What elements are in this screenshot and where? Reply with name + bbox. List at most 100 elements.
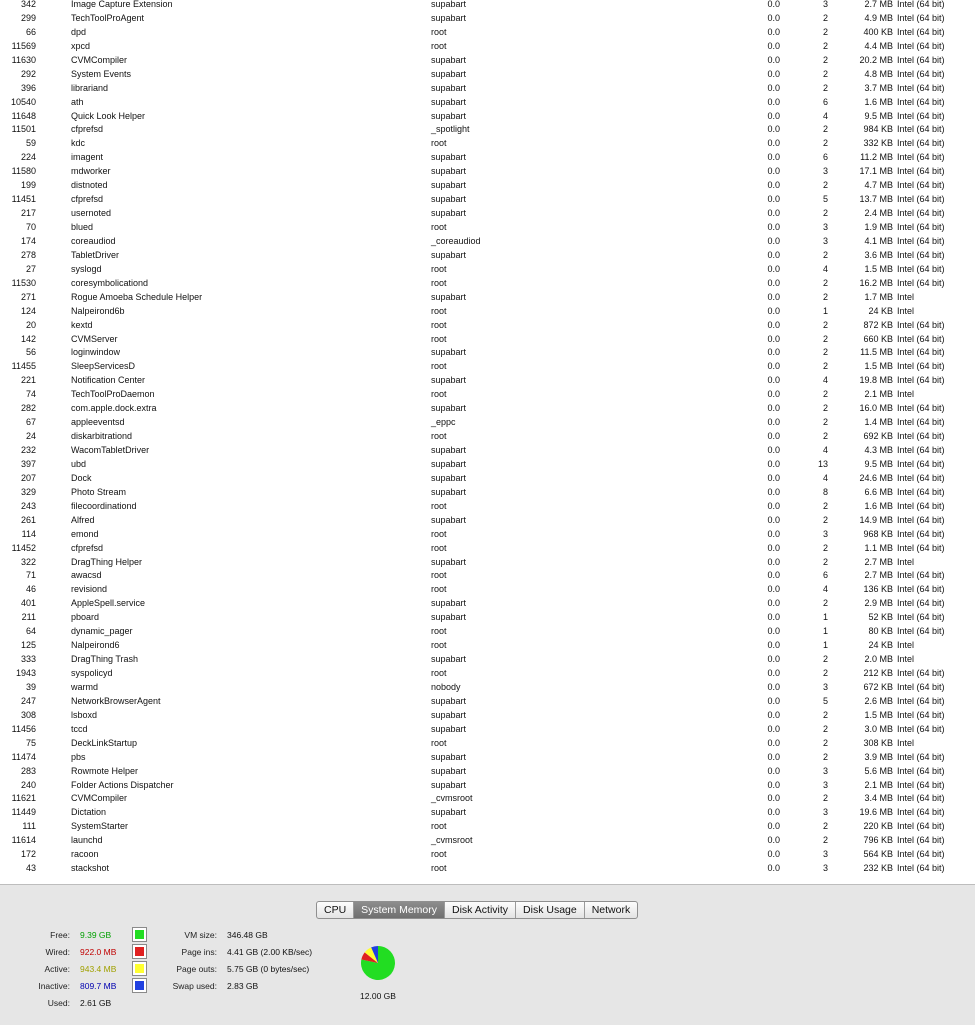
table-row[interactable]: 401 AppleSpell.service supabart 0.0 2 2.9 MB I…: [0, 597, 975, 611]
table-row[interactable]: 396 librariand supabart 0.0 2 3.7 MB Intel (64…: [0, 82, 975, 96]
table-row[interactable]: 11614 launchd _cvmsroot 0.0 2 796 KB Intel (64…: [0, 834, 975, 848]
cell-threads: 2: [822, 180, 828, 191]
table-row[interactable]: 217 usernoted supabart 0.0 2 2.4 MB Intel (64 …: [0, 207, 975, 221]
table-row[interactable]: 27 syslogd root 0.0 4 1.5 MB Intel (64 bit): [0, 263, 975, 277]
tab-network[interactable]: Network: [585, 902, 638, 918]
cell-pid: 125: [20, 640, 36, 651]
cell-kind: Intel (64 bit): [897, 68, 945, 79]
table-row[interactable]: 299 TechToolProAgent supabart 0.0 2 4.9 MB Int…: [0, 12, 975, 26]
table-row[interactable]: 261 Alfred supabart 0.0 2 14.9 MB Intel (64 bi…: [0, 514, 975, 528]
tab-cpu[interactable]: CPU: [317, 902, 355, 918]
cell-threads: 2: [822, 40, 828, 51]
table-row[interactable]: 11455 SleepServicesD root 0.0 2 1.5 MB Intel (…: [0, 360, 975, 374]
table-row[interactable]: 125 Nalpeirond6 root 0.0 1 24 KB Intel: [0, 639, 975, 653]
cell-kind: Intel (64 bit): [897, 166, 945, 177]
table-row[interactable]: 11630 CVMCompiler supabart 0.0 2 20.2 MB Intel…: [0, 54, 975, 68]
table-row[interactable]: 43 stackshot root 0.0 3 232 KB Intel (64 bit): [0, 862, 975, 876]
table-row[interactable]: 142 CVMServer root 0.0 2 660 KB Intel (64 bit): [0, 333, 975, 347]
table-row[interactable]: 211 pboard supabart 0.0 1 52 KB Intel (64 bit): [0, 611, 975, 625]
cell-cpu-percent: 0.0: [767, 821, 780, 832]
cell-process-name: emond: [71, 528, 99, 539]
cell-user: supabart: [431, 194, 467, 205]
table-row[interactable]: 75 DeckLinkStartup root 0.0 2 308 KB Intel: [0, 737, 975, 751]
table-row[interactable]: 1943 syspolicyd root 0.0 2 212 KB Intel (64 bi…: [0, 667, 975, 681]
cell-kind: Intel (64 bit): [897, 152, 945, 163]
cell-user: root: [431, 305, 447, 316]
table-row[interactable]: 308 lsboxd supabart 0.0 2 1.5 MB Intel (64 bit…: [0, 709, 975, 723]
table-row[interactable]: 271 Rogue Amoeba Schedule Helper supabart 0…: [0, 291, 975, 305]
cell-user: root: [431, 431, 447, 442]
table-row[interactable]: 11452 cfprefsd root 0.0 2 1.1 MB Intel (64 bit…: [0, 542, 975, 556]
cell-user: supabart: [431, 403, 467, 414]
cell-threads: 1: [822, 640, 828, 651]
table-row[interactable]: 59 kdc root 0.0 2 332 KB Intel (64 bit): [0, 137, 975, 151]
table-row[interactable]: 11621 CVMCompiler _cvmsroot 0.0 2 3.4 MB Intel…: [0, 792, 975, 806]
table-row[interactable]: 224 imagent supabart 0.0 6 11.2 MB Intel (64 b…: [0, 151, 975, 165]
cell-process-name: xpcd: [71, 40, 91, 51]
table-row[interactable]: 342 Image Capture Extension supabart 0.0 3 2.…: [0, 0, 975, 12]
table-row[interactable]: 232 WacomTabletDriver supabart 0.0 4 4.3 MB In…: [0, 444, 975, 458]
cell-real-memory: 3.0 MB: [864, 723, 893, 734]
table-row[interactable]: 11648 Quick Look Helper supabart 0.0 4 9.5 MB…: [0, 110, 975, 124]
used-label: Used:: [47, 998, 70, 1008]
cell-cpu-percent: 0.0: [767, 807, 780, 818]
table-row[interactable]: 221 Notification Center supabart 0.0 4 19.8 M…: [0, 374, 975, 388]
table-row[interactable]: 11451 cfprefsd supabart 0.0 5 13.7 MB Intel (6…: [0, 193, 975, 207]
tab-disk-usage[interactable]: Disk Usage: [516, 902, 585, 918]
table-row[interactable]: 11474 pbs supabart 0.0 2 3.9 MB Intel (64 bit): [0, 751, 975, 765]
table-row[interactable]: 11580 mdworker supabart 0.0 3 17.1 MB Intel (6…: [0, 165, 975, 179]
table-row[interactable]: 11449 Dictation supabart 0.0 3 19.6 MB Intel (…: [0, 806, 975, 820]
table-row[interactable]: 10540 ath supabart 0.0 6 1.6 MB Intel (64 bit): [0, 96, 975, 110]
table-row[interactable]: 11530 coresymbolicationd root 0.0 2 16.2 MB In…: [0, 277, 975, 291]
table-row[interactable]: 11569 xpcd root 0.0 2 4.4 MB Intel (64 bit): [0, 40, 975, 54]
table-row[interactable]: 20 kextd root 0.0 2 872 KB Intel (64 bit): [0, 319, 975, 333]
table-row[interactable]: 240 Folder Actions Dispatcher supabart 0.0 3…: [0, 779, 975, 793]
cell-kind: Intel (64 bit): [897, 249, 945, 260]
cell-threads: 1: [822, 626, 828, 637]
table-row[interactable]: 24 diskarbitrationd root 0.0 2 692 KB Intel (6…: [0, 430, 975, 444]
table-row[interactable]: 322 DragThing Helper supabart 0.0 2 2.7 MB Int…: [0, 556, 975, 570]
cell-user: root: [431, 863, 447, 874]
table-row[interactable]: 329 Photo Stream supabart 0.0 8 6.6 MB Intel (…: [0, 486, 975, 500]
tab-system-memory[interactable]: System Memory: [354, 902, 446, 918]
cell-threads: 3: [822, 0, 828, 9]
inactive-label: Inactive:: [38, 981, 70, 991]
table-row[interactable]: 11501 cfprefsd _spotlight 0.0 2 984 KB Intel (…: [0, 123, 975, 137]
tab-disk-activity[interactable]: Disk Activity: [445, 902, 517, 918]
process-table[interactable]: 342 Image Capture Extension supabart 0.0 3 2.…: [0, 0, 975, 884]
table-row[interactable]: 11456 tccd supabart 0.0 2 3.0 MB Intel (64 bit…: [0, 723, 975, 737]
table-row[interactable]: 46 revisiond root 0.0 4 136 KB Intel (64 bit): [0, 583, 975, 597]
table-row[interactable]: 199 distnoted supabart 0.0 2 4.7 MB Intel (64 …: [0, 179, 975, 193]
table-row[interactable]: 174 coreaudiod _coreaudiod 0.0 3 4.1 MB Intel …: [0, 235, 975, 249]
table-row[interactable]: 70 blued root 0.0 3 1.9 MB Intel (64 bit): [0, 221, 975, 235]
table-row[interactable]: 114 emond root 0.0 3 968 KB Intel (64 bit): [0, 528, 975, 542]
table-row[interactable]: 333 DragThing Trash supabart 0.0 2 2.0 MB Inte…: [0, 653, 975, 667]
table-row[interactable]: 243 filecoordinationd root 0.0 2 1.6 MB Intel …: [0, 500, 975, 514]
cell-threads: 2: [822, 291, 828, 302]
table-row[interactable]: 283 Rowmote Helper supabart 0.0 3 5.6 MB Intel…: [0, 765, 975, 779]
table-row[interactable]: 247 NetworkBrowserAgent supabart 0.0 5 2.6 MB…: [0, 695, 975, 709]
table-row[interactable]: 66 dpd root 0.0 2 400 KB Intel (64 bit): [0, 26, 975, 40]
table-row[interactable]: 74 TechToolProDaemon root 0.0 2 2.1 MB Intel: [0, 388, 975, 402]
table-row[interactable]: 67 appleeventsd _eppc 0.0 2 1.4 MB Intel (64 b…: [0, 416, 975, 430]
table-row[interactable]: 64 dynamic_pager root 0.0 1 80 KB Intel (64 bi…: [0, 625, 975, 639]
table-row[interactable]: 124 Nalpeirond6b root 0.0 1 24 KB Intel: [0, 305, 975, 319]
table-row[interactable]: 172 racoon root 0.0 3 564 KB Intel (64 bit): [0, 848, 975, 862]
cell-pid: 10540: [10, 96, 36, 107]
table-row[interactable]: 71 awacsd root 0.0 6 2.7 MB Intel (64 bit): [0, 569, 975, 583]
table-row[interactable]: 39 warmd nobody 0.0 3 672 KB Intel (64 bit): [0, 681, 975, 695]
table-row[interactable]: 111 SystemStarter root 0.0 2 220 KB Intel (64 …: [0, 820, 975, 834]
cell-cpu-percent: 0.0: [767, 765, 780, 776]
table-row[interactable]: 397 ubd supabart 0.0 13 9.5 MB Intel (64 bit): [0, 458, 975, 472]
table-row[interactable]: 292 System Events supabart 0.0 2 4.8 MB Intel …: [0, 68, 975, 82]
table-row[interactable]: 278 TabletDriver supabart 0.0 2 3.6 MB Intel (…: [0, 249, 975, 263]
table-row[interactable]: 207 Dock supabart 0.0 4 24.6 MB Intel (64 bit): [0, 472, 975, 486]
cell-threads: 2: [822, 389, 828, 400]
table-row[interactable]: 56 loginwindow supabart 0.0 2 11.5 MB Intel (6…: [0, 346, 975, 360]
cell-pid: 174: [20, 235, 36, 246]
cell-threads: 2: [822, 542, 828, 553]
table-row[interactable]: 282 com.apple.dock.extra supabart 0.0 2 16.0 …: [0, 402, 975, 416]
cell-threads: 1: [822, 612, 828, 623]
cell-user: supabart: [431, 82, 467, 93]
cell-pid: 67: [25, 417, 36, 428]
